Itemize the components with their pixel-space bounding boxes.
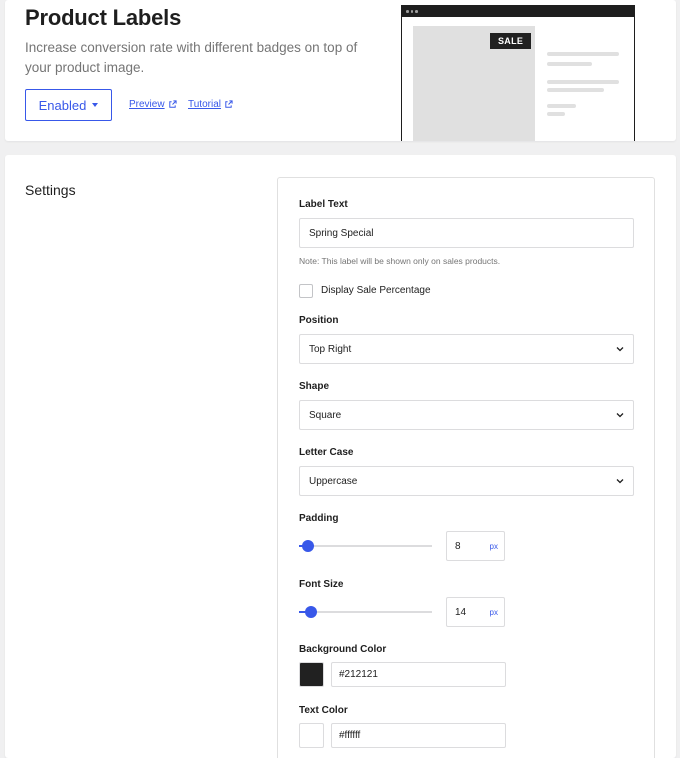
text-color-label: Text Color bbox=[299, 705, 348, 716]
position-select[interactable]: Top Right bbox=[299, 334, 634, 364]
font-size-slider[interactable] bbox=[299, 606, 432, 618]
label-text-input[interactable]: Spring Special bbox=[299, 218, 634, 248]
page-description: Increase conversion rate with different … bbox=[25, 40, 358, 75]
display-sale-percentage-checkbox[interactable] bbox=[299, 284, 313, 298]
product-labels-header: Product Labels Increase conversion rate … bbox=[5, 0, 676, 141]
padding-slider[interactable] bbox=[299, 540, 432, 552]
background-color-input[interactable]: #212121 bbox=[331, 662, 506, 687]
font-size-number-input[interactable]: 14 px bbox=[446, 597, 505, 627]
text-color-input[interactable]: #ffffff bbox=[331, 723, 506, 748]
padding-label: Padding bbox=[299, 513, 339, 524]
label-preview-illustration: SALE bbox=[401, 5, 635, 141]
text-line-placeholder bbox=[547, 104, 576, 108]
shape-select[interactable]: Square bbox=[299, 400, 634, 430]
status-dropdown-label: Enabled bbox=[38, 97, 87, 113]
background-color-swatch[interactable] bbox=[299, 662, 324, 687]
sale-badge-preview: SALE bbox=[490, 33, 532, 49]
tutorial-link-label: Tutorial bbox=[188, 99, 221, 110]
settings-panel: Settings Label Text Spring Special Note:… bbox=[5, 155, 676, 758]
tutorial-link[interactable]: Tutorial bbox=[188, 99, 233, 110]
font-size-unit[interactable]: px bbox=[490, 608, 498, 617]
chevron-down-icon bbox=[616, 413, 624, 418]
shape-select-value: Square bbox=[309, 409, 342, 421]
padding-slider-thumb[interactable] bbox=[302, 540, 315, 552]
text-line-placeholder bbox=[547, 88, 604, 92]
text-line-placeholder bbox=[547, 112, 565, 116]
browser-window-bar bbox=[402, 6, 634, 17]
text-line-placeholder bbox=[547, 62, 592, 66]
preview-link[interactable]: Preview bbox=[129, 99, 177, 110]
position-label: Position bbox=[299, 315, 339, 326]
text-line-placeholder bbox=[547, 80, 619, 84]
font-size-slider-thumb[interactable] bbox=[304, 606, 317, 618]
padding-number-input[interactable]: 8 px bbox=[446, 531, 505, 561]
label-text-note: Note: This label will be shown only on s… bbox=[299, 256, 501, 266]
padding-value: 8 bbox=[455, 541, 461, 552]
settings-title: Settings bbox=[25, 182, 76, 198]
label-text-label: Label Text bbox=[299, 199, 348, 210]
shape-label: Shape bbox=[299, 381, 330, 392]
page-title: Product Labels bbox=[25, 5, 182, 30]
chevron-down-icon bbox=[616, 347, 624, 352]
letter-case-select[interactable]: Uppercase bbox=[299, 466, 634, 496]
settings-form: Label Text Spring Special Note: This lab… bbox=[277, 177, 655, 758]
status-dropdown-button[interactable]: Enabled bbox=[25, 89, 112, 121]
text-color-swatch[interactable] bbox=[299, 723, 324, 748]
letter-case-label: Letter Case bbox=[299, 447, 354, 458]
padding-unit[interactable]: px bbox=[490, 542, 498, 551]
external-link-icon bbox=[168, 100, 177, 108]
window-dot bbox=[410, 10, 413, 13]
window-dot bbox=[415, 10, 418, 13]
font-size-value: 14 bbox=[455, 607, 467, 618]
preview-link-label: Preview bbox=[129, 99, 165, 110]
window-dot bbox=[406, 10, 409, 13]
caret-down-icon bbox=[92, 103, 99, 107]
chevron-down-icon bbox=[616, 479, 624, 484]
font-size-label: Font Size bbox=[299, 579, 344, 590]
letter-case-select-value: Uppercase bbox=[309, 475, 358, 487]
external-link-icon bbox=[225, 100, 233, 108]
background-color-label: Background Color bbox=[299, 644, 387, 655]
position-select-value: Top Right bbox=[309, 343, 352, 355]
display-sale-percentage-label: Display Sale Percentage bbox=[321, 285, 431, 296]
text-line-placeholder bbox=[547, 52, 619, 56]
